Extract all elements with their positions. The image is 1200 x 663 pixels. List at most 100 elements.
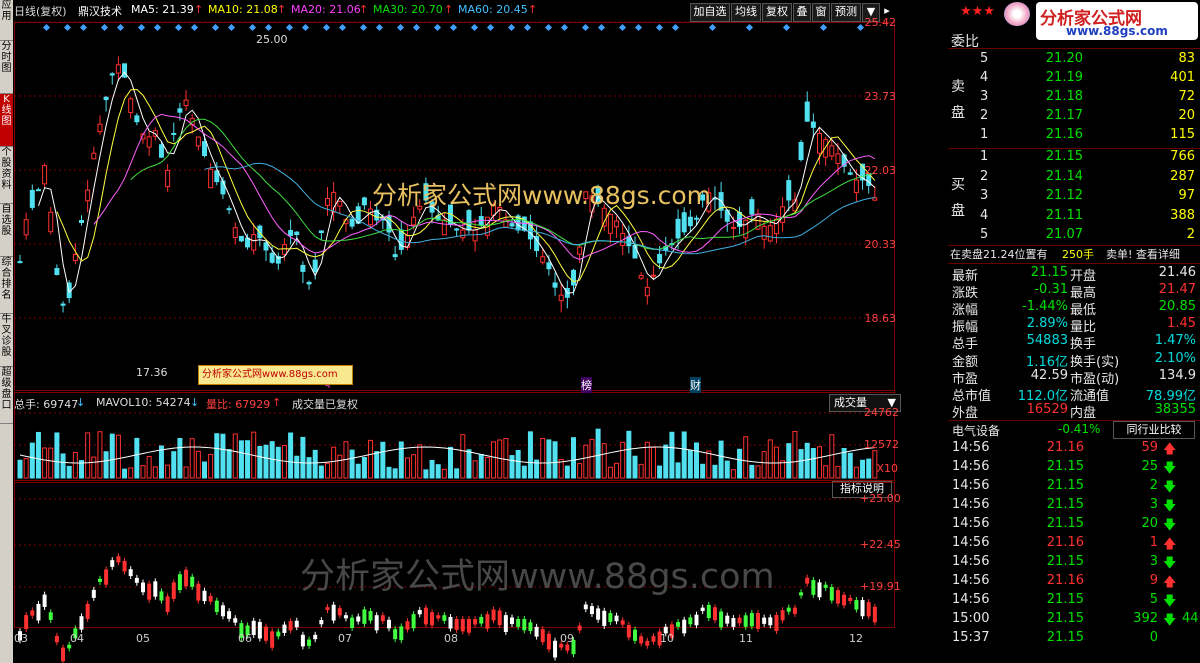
sector-name[interactable]: 电气设备 [952, 422, 1000, 439]
ma5-label: MA5: 21.39 [131, 3, 194, 16]
volume-axis-label: 12572 [864, 438, 899, 451]
volume-bar [128, 467, 134, 479]
volume-bar [60, 453, 66, 479]
level-number: 5 [980, 51, 989, 66]
indicator-bar [61, 647, 66, 662]
tick-time: 14:56 [952, 592, 990, 607]
volume-bar [238, 440, 244, 479]
volume-bar [780, 460, 786, 479]
volume-bar [755, 465, 761, 479]
buy-level-row[interactable]: 4 21.11 388 [948, 208, 1200, 227]
quote-value: 21.47 [1158, 282, 1196, 298]
forecast-button[interactable]: 预测 [831, 3, 861, 22]
tick-time: 14:56 [952, 478, 990, 493]
signal-diamond-icon [322, 23, 331, 32]
sell-level-row[interactable]: 4 21.19 401 [948, 70, 1200, 89]
kline-chart-area[interactable]: 日线(复权) 鼎汉技术 MA5: 21.39 ↑ MA10: 21.08 ↑ M… [14, 0, 901, 663]
left-tab[interactable]: 个股资料 [0, 147, 13, 204]
level-volume: 97 [1178, 188, 1195, 203]
signal-diamond-icon [190, 23, 199, 32]
volume-bar [331, 446, 337, 479]
candle-body [48, 211, 54, 233]
indicator-bar [602, 610, 607, 627]
indicator-bar [737, 617, 742, 624]
sell-level-row[interactable]: 2 21.17 20 [948, 108, 1200, 127]
left-tab[interactable]: 综合排名 [0, 257, 13, 314]
volume-bar [72, 451, 78, 479]
left-tab[interactable]: 牛叉诊股 [0, 314, 13, 367]
price-axis-label: 20.33 [864, 238, 897, 251]
volume-note: 成交量已复权 [292, 398, 358, 411]
buy-level-row[interactable]: 1 21.15 766 [948, 149, 1200, 168]
ma-button[interactable]: 均线 [731, 3, 761, 22]
candle-body [472, 229, 478, 242]
sell-level-row[interactable]: 5 21.20 83 [948, 51, 1200, 70]
indicator-bar [522, 619, 527, 631]
indicator-bar [294, 620, 299, 628]
candle-body [540, 256, 546, 263]
adjust-button[interactable]: 复权 [762, 3, 792, 22]
volume-bar [417, 444, 423, 479]
buy-level-row[interactable]: 2 21.14 287 [948, 169, 1200, 188]
compare-industry-button[interactable]: 同行业比较 [1113, 421, 1195, 439]
indicator-bar [774, 614, 779, 631]
signal-diamond-icon [655, 23, 664, 32]
quote-value: 2.89% [1026, 316, 1068, 332]
volume-bar [103, 451, 109, 479]
alert-link[interactable]: 卖单! 查看详细 [1106, 246, 1180, 262]
level-volume: 72 [1178, 89, 1195, 104]
volume-bar [564, 465, 570, 479]
add-watchlist-button[interactable]: 加自选 [690, 3, 730, 22]
indicator-bar [528, 622, 533, 632]
left-tab[interactable]: 自选股 [0, 204, 13, 257]
event-marker-list[interactable]: 榜 [581, 377, 592, 393]
candle-body [91, 152, 97, 160]
tick-time: 15:37 [952, 630, 990, 645]
sell-level-row[interactable]: 3 21.18 72 [948, 89, 1200, 108]
sell-level-row[interactable]: 1 21.16 115 [948, 127, 1200, 146]
candle-body [810, 121, 816, 128]
left-tab[interactable]: K线图 [0, 94, 13, 147]
volume-bar [318, 465, 324, 479]
left-tab[interactable]: 应用 [0, 0, 13, 41]
candle-body [325, 198, 330, 206]
window-button[interactable]: 窗 [812, 3, 830, 22]
indicator-bar [442, 615, 447, 621]
indicator-bar [171, 582, 176, 599]
indicator-bar [546, 633, 551, 650]
level-number: 2 [980, 108, 989, 123]
buy-level-row[interactable]: 5 21.07 2 [948, 227, 1200, 246]
tick-extra: 44 [1182, 611, 1199, 626]
volume-bar [718, 440, 724, 479]
candle-body [177, 108, 183, 113]
quote-row: 涨跌 -0.31 最高 21.47 [948, 282, 1200, 301]
event-marker-finance[interactable]: 财 [690, 377, 701, 393]
signal-diamond-icon [856, 23, 865, 32]
candle-body [146, 136, 152, 148]
volume-bar [109, 433, 115, 479]
volume-bar [115, 434, 121, 479]
candle-body [337, 200, 343, 207]
volume-bar [675, 462, 681, 479]
tick-row: 14:56 21.16 59 🡅 [948, 440, 1200, 459]
left-tab[interactable]: 分时图 [0, 41, 13, 94]
signal-diamond-icon [634, 23, 643, 32]
overlay-button[interactable]: 叠 [793, 3, 811, 22]
indicator-bar [331, 604, 336, 621]
signal-diamond-icon [248, 23, 257, 32]
buy-level-row[interactable]: 3 21.12 97 [948, 188, 1200, 207]
tick-row: 14:56 21.15 20 🡇 [948, 516, 1200, 535]
indicator-bar [860, 600, 865, 617]
candle-body [786, 180, 792, 201]
volume-bar [226, 449, 232, 479]
candle-body [694, 217, 699, 220]
low-annotation: 17.36 [136, 366, 168, 379]
indicator-bar [872, 606, 877, 623]
watermark-bottom: 分析家公式网www.88gs.com [300, 557, 775, 597]
signal-diamond-icon [618, 23, 627, 32]
left-tab[interactable]: 超级盘口 [0, 367, 13, 424]
candle-body [115, 64, 121, 74]
indicator-bar [251, 620, 256, 636]
indicator-axis-label: +22.45 [860, 538, 901, 551]
volume-bar [411, 454, 417, 479]
